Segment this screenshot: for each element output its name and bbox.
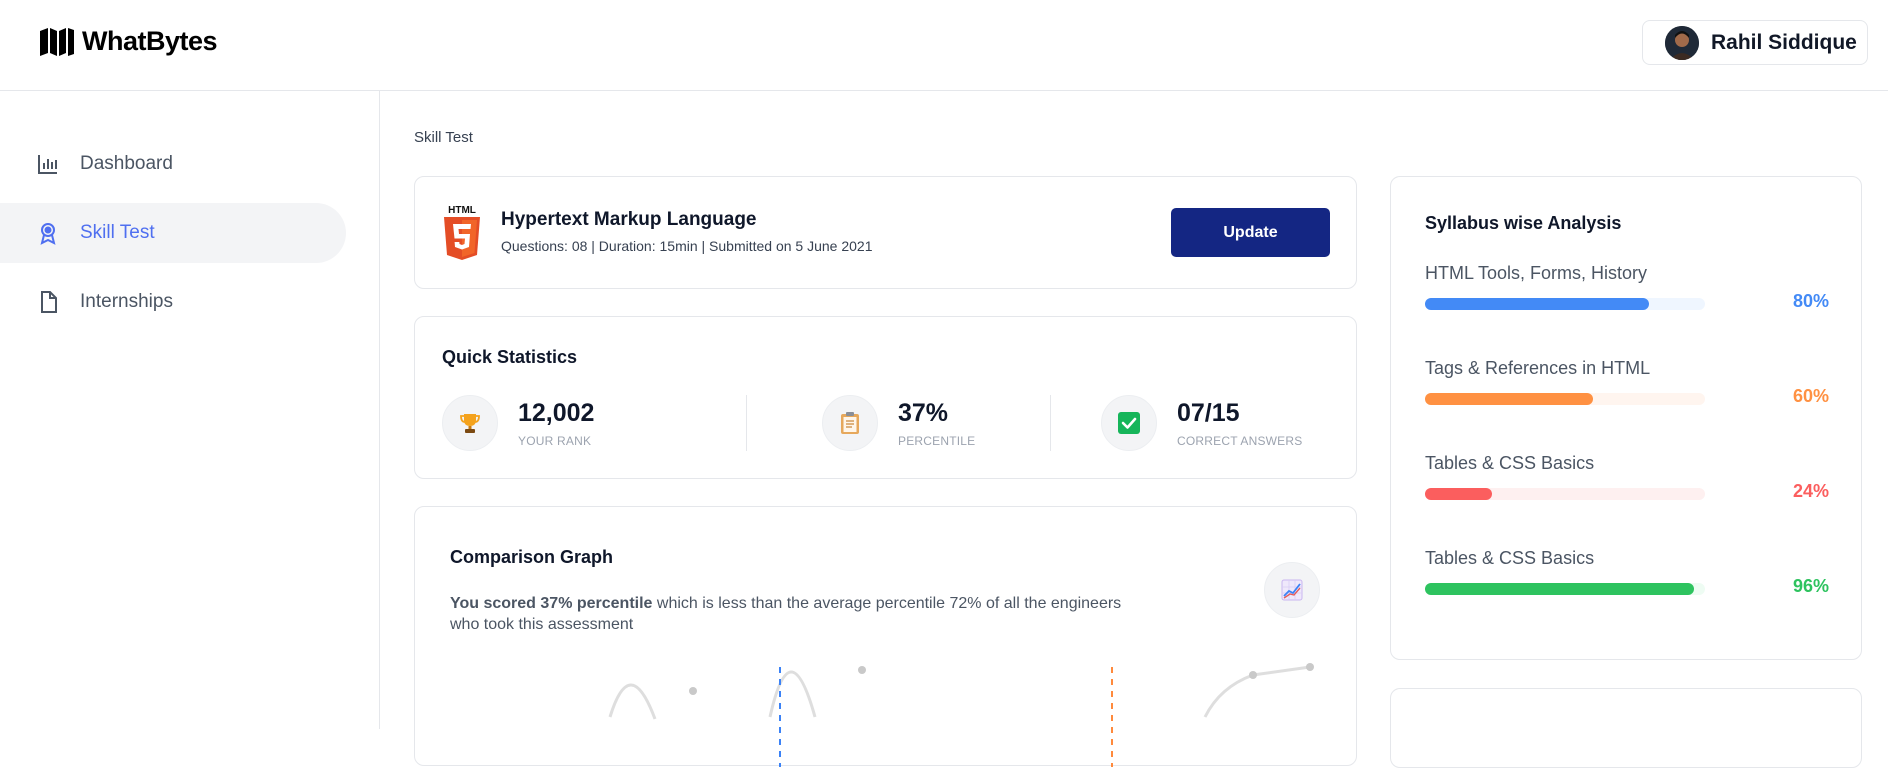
document-icon [41, 291, 57, 313]
breadcrumb: Skill Test [414, 129, 473, 146]
syllabus-item-label: HTML Tools, Forms, History [1425, 263, 1648, 283]
syllabus-item-percent: 60% [1792, 386, 1829, 406]
html-badge-text: HTML [448, 205, 476, 216]
syllabus-item-percent: 80% [1792, 291, 1829, 311]
progress-track [1425, 488, 1705, 500]
sidebar-item-skill-test[interactable]: Skill Test [0, 203, 346, 263]
stat-label: PERCENTILE [898, 433, 976, 448]
bar-chart-icon [38, 155, 57, 174]
syllabus-item-percent: 96% [1792, 576, 1829, 596]
stat-correct-answers: 07/15 CORRECT ANSWERS [1101, 395, 1302, 451]
stat-value: 12,002 [518, 398, 595, 427]
stat-value: 07/15 [1177, 398, 1240, 427]
trophy-icon [442, 395, 498, 451]
stat-rank: 12,002 YOUR RANK [442, 395, 594, 451]
progress-fill [1425, 298, 1649, 310]
comparison-graph-card: Comparison Graph You scored 37% percenti… [414, 506, 1357, 767]
question-analysis-card [1390, 688, 1862, 768]
divider [746, 395, 747, 451]
award-icon [40, 223, 56, 245]
top-bar: WhatBytes Rahil Siddique [0, 0, 1888, 91]
sidebar-item-label: Dashboard [80, 153, 173, 174]
test-info-card: HTML Hypertext Markup Language Questions… [414, 176, 1357, 289]
sidebar-item-label: Internships [80, 291, 173, 312]
brand-name: WhatBytes [82, 26, 218, 56]
quick-statistics-card: Quick Statistics 12,002 YOUR RANK 37% PE… [414, 316, 1357, 479]
html5-logo-icon: HTML [444, 205, 480, 260]
test-title: Hypertext Markup Language [501, 209, 757, 230]
syllabus-item-label: Tables & CSS Basics [1425, 453, 1595, 473]
progress-track [1425, 298, 1705, 310]
progress-fill [1425, 393, 1593, 405]
graph-title: Comparison Graph [450, 547, 614, 567]
progress-track [1425, 393, 1705, 405]
sidebar-item-label: Skill Test [80, 222, 155, 243]
syllabus-analysis-card: Syllabus wise Analysis HTML Tools, Forms… [1390, 176, 1862, 660]
syllabus-item-percent: 24% [1792, 481, 1829, 501]
user-menu[interactable]: Rahil Siddique [1642, 20, 1868, 65]
stat-value: 37% [898, 398, 949, 427]
syllabus-item-label: Tags & References in HTML [1425, 358, 1651, 378]
graph-description: You scored 37% percentile which is less … [450, 593, 1150, 635]
progress-track [1425, 583, 1705, 595]
stat-label: YOUR RANK [518, 433, 592, 448]
syllabus-item: HTML Tools, Forms, History 80% [1425, 263, 1829, 311]
stat-percentile: 37% PERCENTILE [822, 395, 975, 451]
progress-fill [1425, 488, 1493, 500]
stats-title: Quick Statistics [442, 347, 578, 367]
avatar [1665, 25, 1699, 60]
syllabus-item: Tags & References in HTML 60% [1425, 358, 1829, 406]
clipboard-icon [822, 395, 878, 451]
syllabus-title: Syllabus wise Analysis [1425, 213, 1622, 233]
update-button[interactable]: Update [1171, 208, 1330, 257]
stat-label: CORRECT ANSWERS [1177, 433, 1303, 448]
syllabus-item: Tables & CSS Basics 24% [1425, 453, 1829, 501]
checkbox-icon [1101, 395, 1157, 451]
comparison-chart [608, 663, 1314, 767]
user-name: Rahil Siddique [1711, 30, 1857, 54]
graph-description-bold: You scored 37% percentile [450, 595, 653, 612]
logo[interactable]: WhatBytes [40, 26, 218, 57]
line-chart-icon [1264, 562, 1320, 618]
progress-fill [1425, 583, 1694, 595]
syllabus-item: Tables & CSS Basics 96% [1425, 548, 1829, 596]
syllabus-item-label: Tables & CSS Basics [1425, 548, 1595, 568]
test-meta: Questions: 08 | Duration: 15min | Submit… [501, 238, 873, 254]
map-logo-icon [40, 27, 74, 56]
sidebar-item-dashboard[interactable]: Dashboard [0, 134, 346, 194]
sidebar-item-internships[interactable]: Internships [0, 272, 346, 332]
divider [1050, 395, 1051, 451]
